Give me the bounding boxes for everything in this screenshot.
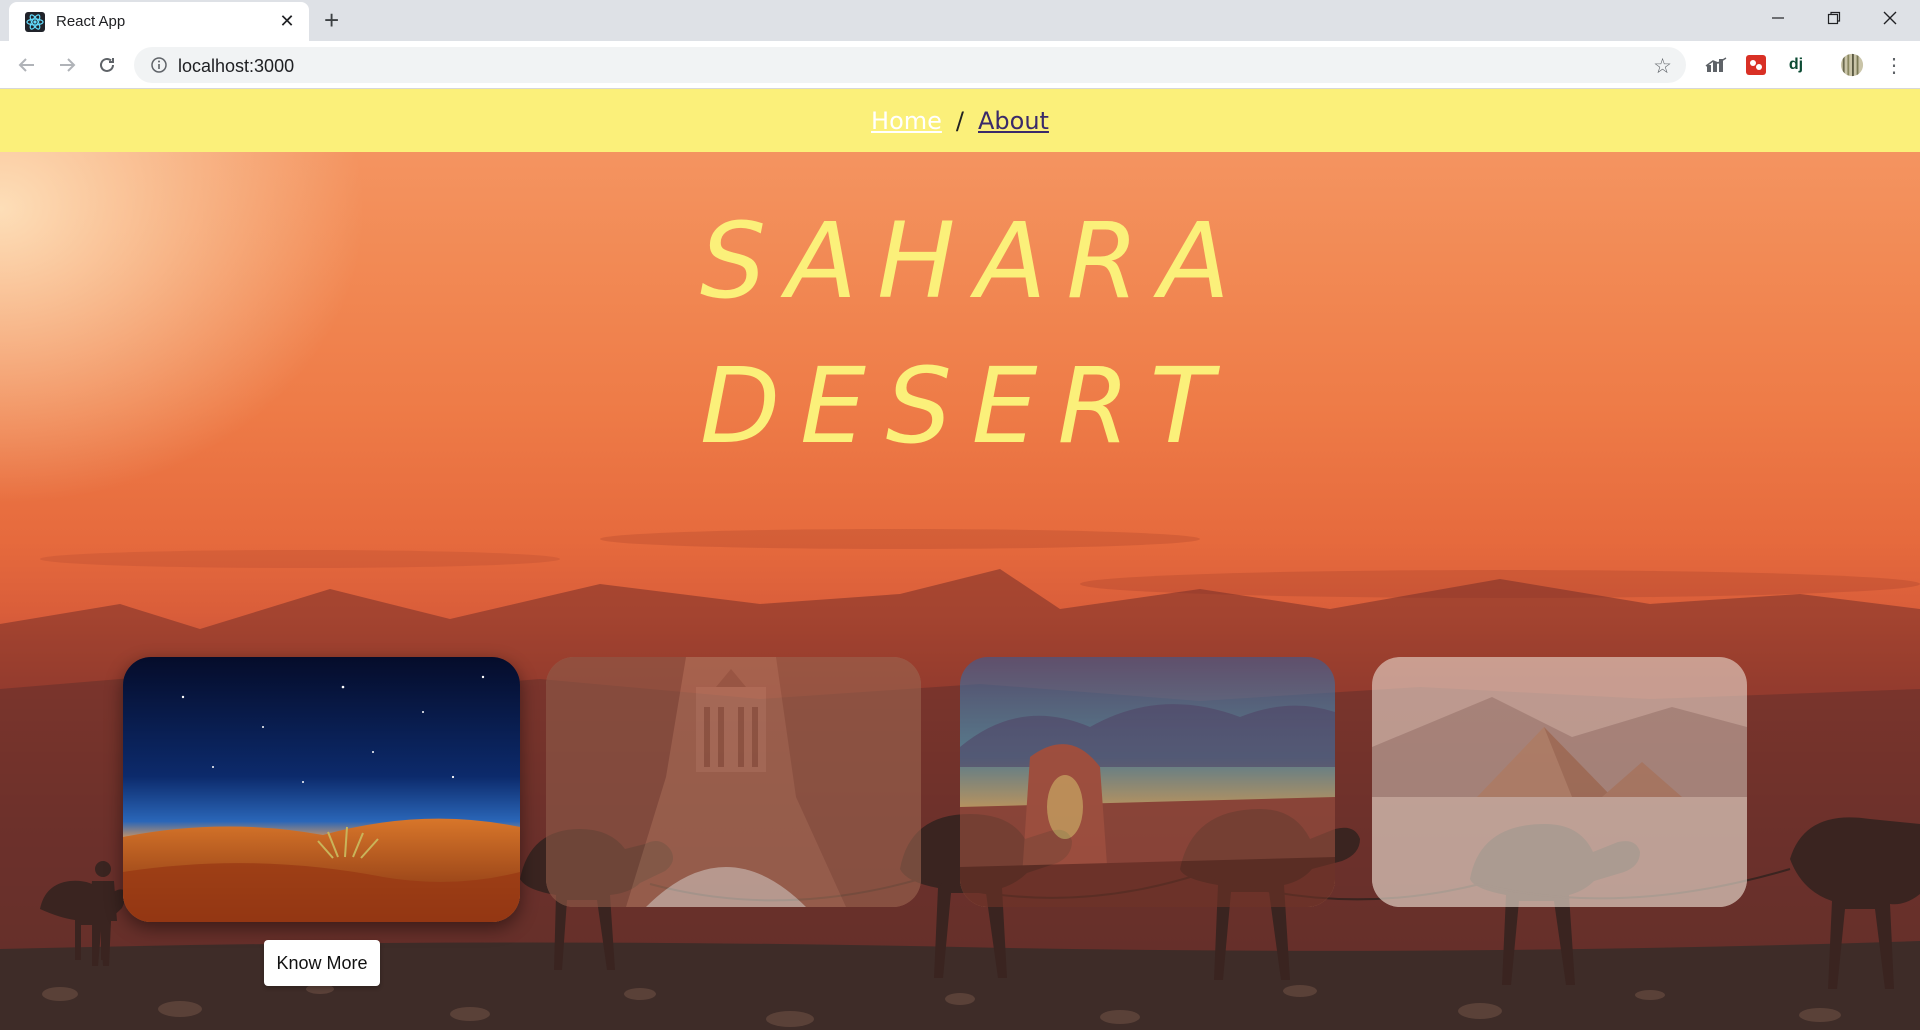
night-dunes-image [123, 657, 520, 922]
react-favicon-icon [25, 11, 45, 32]
browser-tab-bar: React App ✕ + [0, 0, 1920, 41]
top-navbar: Home / About [0, 89, 1920, 152]
petra-image [546, 657, 921, 907]
django-extension-icon[interactable]: dj [1784, 53, 1808, 77]
page-content: Home / About SAHARA DESERT Know More [0, 89, 1920, 1030]
browser-tab[interactable]: React App ✕ [9, 2, 309, 41]
bookmark-star-icon[interactable]: ☆ [1653, 54, 1672, 79]
tab-close-icon[interactable]: ✕ [277, 11, 297, 31]
close-window-icon[interactable] [1862, 0, 1918, 36]
back-icon[interactable] [14, 52, 40, 78]
nav-about-link[interactable]: About [978, 107, 1049, 135]
nav-separator: / [955, 106, 964, 135]
info-icon[interactable] [150, 56, 168, 74]
card-pyramids[interactable] [1372, 657, 1747, 907]
card-rock-arch[interactable] [960, 657, 1335, 907]
address-bar[interactable]: localhost:3000 ☆ [134, 47, 1686, 83]
hero-title-line2: DESERT [700, 345, 1234, 467]
forward-icon[interactable] [54, 52, 80, 78]
hero-title-line1: SAHARA [700, 200, 1250, 322]
rock-arch-image [960, 657, 1335, 907]
card-petra[interactable] [546, 657, 921, 907]
red-extension-icon[interactable] [1744, 53, 1768, 77]
browser-toolbar: localhost:3000 ☆ dj ⋮ [0, 41, 1920, 89]
analytics-extension-icon[interactable] [1704, 53, 1728, 77]
know-more-button[interactable]: Know More [264, 940, 380, 986]
pyramids-image [1372, 657, 1747, 907]
minimize-icon[interactable] [1750, 0, 1806, 36]
restore-icon[interactable] [1806, 0, 1862, 36]
browser-menu-icon[interactable]: ⋮ [1882, 53, 1906, 77]
reload-icon[interactable] [94, 52, 120, 78]
tab-title: React App [56, 13, 126, 30]
card-night-dunes[interactable] [123, 657, 520, 922]
new-tab-icon[interactable]: + [324, 7, 339, 33]
nav-home-link[interactable]: Home [871, 107, 942, 135]
profile-avatar[interactable] [1840, 53, 1864, 77]
url-text[interactable]: localhost:3000 [178, 56, 294, 77]
